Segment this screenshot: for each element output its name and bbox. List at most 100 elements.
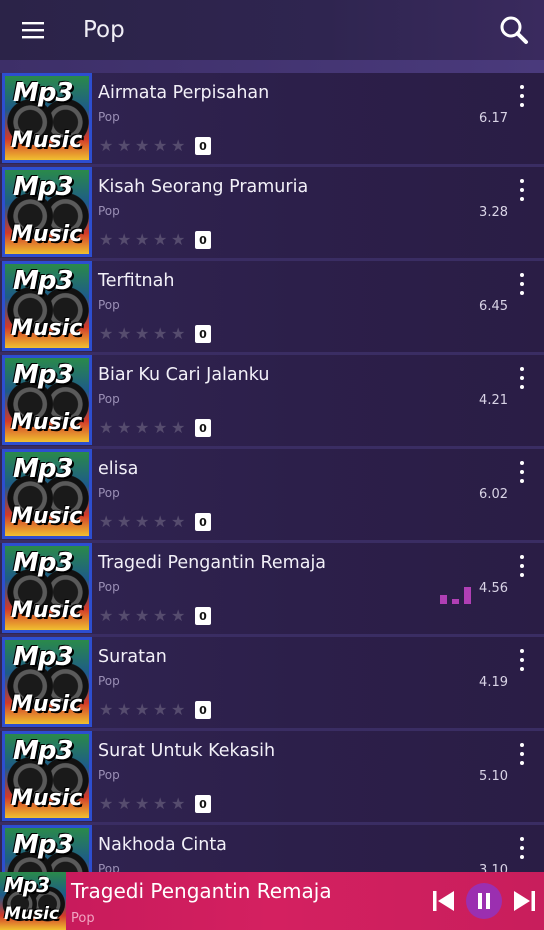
star-icon[interactable]: ★: [171, 795, 186, 813]
song-genre: Pop: [98, 392, 120, 406]
hamburger-menu-icon[interactable]: [0, 0, 68, 60]
app-bar: Pop: [0, 0, 544, 60]
star-icon[interactable]: ★: [117, 795, 132, 813]
skip-previous-icon[interactable]: [429, 886, 459, 916]
star-icon[interactable]: ★: [135, 607, 150, 625]
star-icon[interactable]: ★: [135, 231, 150, 249]
star-icon[interactable]: ★: [153, 607, 168, 625]
song-list-item[interactable]: Mp3 Music Nakhoda Cinta Pop ★★★★★ 0 3.10: [0, 825, 544, 872]
skip-next-icon[interactable]: [509, 886, 539, 916]
search-icon[interactable]: [484, 0, 544, 60]
song-list-item[interactable]: Mp3 Music Terfitnah Pop ★ ★ ★ ★ ★ 0 6.45: [0, 261, 544, 355]
now-playing-bar[interactable]: Mp3 Music Tragedi Pengantin Remaja Pop: [0, 872, 544, 930]
song-title: Surat Untuk Kekasih: [98, 741, 276, 761]
star-icon[interactable]: ★: [117, 325, 132, 343]
star-icon[interactable]: ★: [171, 231, 186, 249]
now-playing-genre: Pop: [71, 911, 95, 926]
rating-count-badge: 0: [195, 513, 211, 531]
album-art: Mp3 Music: [2, 543, 92, 633]
star-icon[interactable]: ★: [117, 607, 132, 625]
star-icon[interactable]: ★: [171, 701, 186, 719]
star-icon[interactable]: ★: [99, 701, 114, 719]
rating-count-badge: 0: [195, 137, 211, 155]
more-options-icon[interactable]: [512, 365, 532, 391]
song-genre: Pop: [98, 486, 120, 500]
rating-stars[interactable]: ★ ★ ★ ★ ★: [99, 137, 186, 155]
song-duration: 3.10: [479, 863, 508, 872]
star-icon[interactable]: ★: [171, 419, 186, 437]
song-list-item[interactable]: Mp3 Music Biar Ku Cari Jalanku Pop ★ ★ ★ ★ ★…: [0, 355, 544, 449]
pause-icon[interactable]: [466, 883, 502, 919]
star-icon[interactable]: ★: [117, 137, 132, 155]
more-options-icon[interactable]: [512, 459, 532, 485]
star-icon[interactable]: ★: [99, 137, 114, 155]
star-icon[interactable]: ★: [135, 325, 150, 343]
page-title: Pop: [83, 17, 125, 43]
star-icon[interactable]: ★: [135, 137, 150, 155]
equalizer-icon: [440, 586, 472, 604]
more-options-icon[interactable]: [512, 741, 532, 767]
rating-count-badge: 0: [195, 701, 211, 719]
star-icon[interactable]: ★: [153, 513, 168, 531]
rating-count-badge: 0: [195, 419, 211, 437]
star-icon[interactable]: ★: [153, 325, 168, 343]
rating-count-badge: 0: [195, 795, 211, 813]
rating-count-badge: 0: [195, 325, 211, 343]
more-options-icon[interactable]: [512, 177, 532, 203]
star-icon[interactable]: ★: [117, 231, 132, 249]
song-title: Suratan: [98, 647, 167, 667]
more-options-icon[interactable]: [512, 835, 532, 861]
rating-stars[interactable]: ★ ★ ★ ★ ★: [99, 701, 186, 719]
song-list-item[interactable]: Mp3 Music Kisah Seorang Pramuria Pop ★ ★ ★…: [0, 167, 544, 261]
star-icon[interactable]: ★: [99, 513, 114, 531]
more-options-icon[interactable]: [512, 553, 532, 579]
more-options-icon[interactable]: [512, 647, 532, 673]
star-icon[interactable]: ★: [153, 137, 168, 155]
song-duration: 6.17: [479, 111, 508, 126]
rating-count-badge: 0: [195, 607, 211, 625]
song-list-item[interactable]: Mp3 Music Suratan Pop ★ ★ ★ ★ ★ 0 4.19: [0, 637, 544, 731]
song-genre: Pop: [98, 204, 120, 218]
star-icon[interactable]: ★: [117, 419, 132, 437]
song-duration: 4.56: [479, 581, 508, 596]
star-icon[interactable]: ★: [99, 795, 114, 813]
more-options-icon[interactable]: [512, 271, 532, 297]
star-icon[interactable]: ★: [153, 795, 168, 813]
album-art: Mp3 Music: [2, 637, 92, 727]
star-icon[interactable]: ★: [153, 419, 168, 437]
star-icon[interactable]: ★: [99, 607, 114, 625]
star-icon[interactable]: ★: [171, 325, 186, 343]
now-playing-album-art: Mp3 Music: [0, 872, 66, 930]
star-icon[interactable]: ★: [171, 607, 186, 625]
rating-stars[interactable]: ★ ★ ★ ★ ★: [99, 419, 186, 437]
now-playing-title: Tragedi Pengantin Remaja: [71, 879, 332, 903]
song-list[interactable]: Mp3 Music Airmata Perpisahan Pop ★ ★ ★ ★ ★ 0…: [0, 73, 544, 872]
star-icon[interactable]: ★: [153, 701, 168, 719]
star-icon[interactable]: ★: [171, 513, 186, 531]
song-title: Biar Ku Cari Jalanku: [98, 365, 270, 385]
star-icon[interactable]: ★: [99, 231, 114, 249]
star-icon[interactable]: ★: [117, 513, 132, 531]
album-art: Mp3 Music: [2, 261, 92, 351]
star-icon[interactable]: ★: [153, 231, 168, 249]
rating-stars[interactable]: ★ ★ ★ ★ ★: [99, 795, 186, 813]
star-icon[interactable]: ★: [99, 325, 114, 343]
star-icon[interactable]: ★: [135, 419, 150, 437]
rating-stars[interactable]: ★ ★ ★ ★ ★: [99, 513, 186, 531]
song-list-item[interactable]: Mp3 Music Airmata Perpisahan Pop ★ ★ ★ ★ ★ 0…: [0, 73, 544, 167]
rating-stars[interactable]: ★ ★ ★ ★ ★: [99, 325, 186, 343]
star-icon[interactable]: ★: [99, 419, 114, 437]
star-icon[interactable]: ★: [135, 701, 150, 719]
star-icon[interactable]: ★: [171, 137, 186, 155]
rating-stars[interactable]: ★ ★ ★ ★ ★: [99, 231, 186, 249]
song-title: Airmata Perpisahan: [98, 83, 270, 103]
song-list-item[interactable]: Mp3 Music Surat Untuk Kekasih Pop ★ ★ ★ ★ ★ …: [0, 731, 544, 825]
star-icon[interactable]: ★: [135, 513, 150, 531]
rating-count-badge: 0: [195, 231, 211, 249]
star-icon[interactable]: ★: [135, 795, 150, 813]
star-icon[interactable]: ★: [117, 701, 132, 719]
more-options-icon[interactable]: [512, 83, 532, 109]
song-list-item[interactable]: Mp3 Music elisa Pop ★ ★ ★ ★ ★ 0 6.02: [0, 449, 544, 543]
song-list-item[interactable]: Mp3 Music Tragedi Pengantin Remaja Pop ★…: [0, 543, 544, 637]
rating-stars[interactable]: ★ ★ ★ ★ ★: [99, 607, 186, 625]
